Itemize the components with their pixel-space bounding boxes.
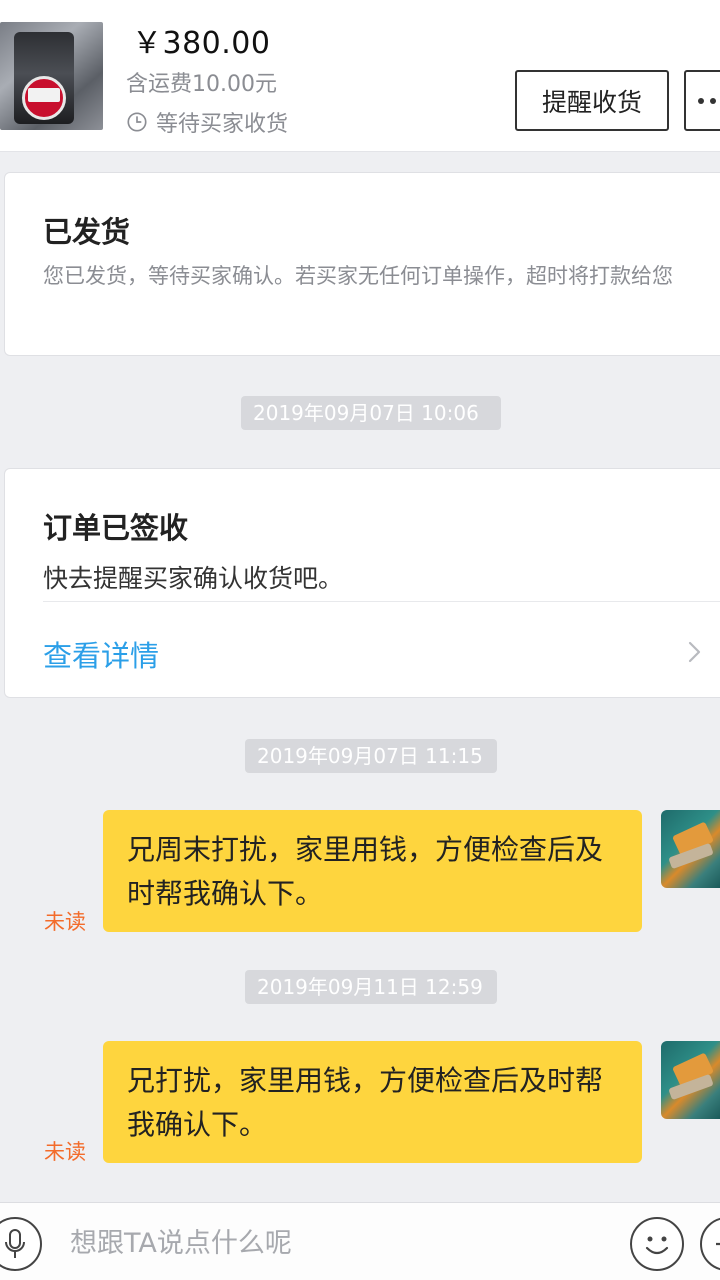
shipped-card-title: 已发货 [43,215,131,249]
product-header: ￥380.00 含运费10.00元 等待买家收货 提醒收货 [0,0,720,152]
unread-status: 未读 [44,910,86,934]
remind-receipt-button[interactable]: 提醒收货 [515,70,669,131]
product-price: ￥380.00 [132,26,271,61]
avatar[interactable] [661,810,720,888]
signed-card-description: 快去提醒买家确认收货吧。 [43,564,344,593]
product-thumbnail[interactable] [0,22,103,130]
plus-button[interactable] [700,1217,720,1271]
card-divider [43,601,720,602]
more-button[interactable] [684,70,720,131]
unread-status: 未读 [44,1140,86,1164]
more-dot-icon [698,97,704,104]
thumbnail-lighter-label [28,88,60,102]
message-input[interactable] [70,1221,610,1265]
emoji-button[interactable] [630,1217,684,1271]
emoji-icon [645,1236,669,1255]
shipped-card: 已发货 您已发货，等待买家确认。若买家无任何订单操作，超时将打款给您 [4,172,720,356]
signed-card-title: 订单已签收 [43,511,189,545]
order-status-text: 等待买家收货 [156,112,289,137]
voice-input-button[interactable] [0,1217,42,1271]
message-bubble[interactable]: 兄周末打扰，家里用钱，方便检查后及时帮我确认下。 [103,810,642,932]
order-signed-card[interactable]: 订单已签收 快去提醒买家确认收货吧。 查看详情 [4,468,720,698]
input-bar [0,1202,720,1280]
chevron-right-icon [688,641,701,663]
avatar[interactable] [661,1041,720,1119]
more-dot-icon [710,97,716,104]
message-bubble[interactable]: 兄打扰，家里用钱，方便检查后及时帮我确认下。 [103,1041,642,1163]
microphone-icon [5,1229,25,1258]
plus-icon [716,1242,720,1246]
message-timestamp: 2019年09月11日 12:59 [245,970,497,1004]
view-details-link[interactable]: 查看详情 [43,633,159,675]
shipped-card-description: 您已发货，等待买家确认。若买家无任何订单操作，超时将打款给您 [43,264,673,288]
shipping-fee: 含运费10.00元 [126,72,277,97]
chat-page: ￥380.00 含运费10.00元 等待买家收货 提醒收货 已发货 您已发货，等… [0,0,720,1280]
message-timestamp: 2019年09月07日 11:15 [245,739,497,773]
message-timestamp: 2019年09月07日 10:06 [241,396,501,430]
order-status: 等待买家收货 [126,106,288,138]
clock-icon [127,112,147,132]
